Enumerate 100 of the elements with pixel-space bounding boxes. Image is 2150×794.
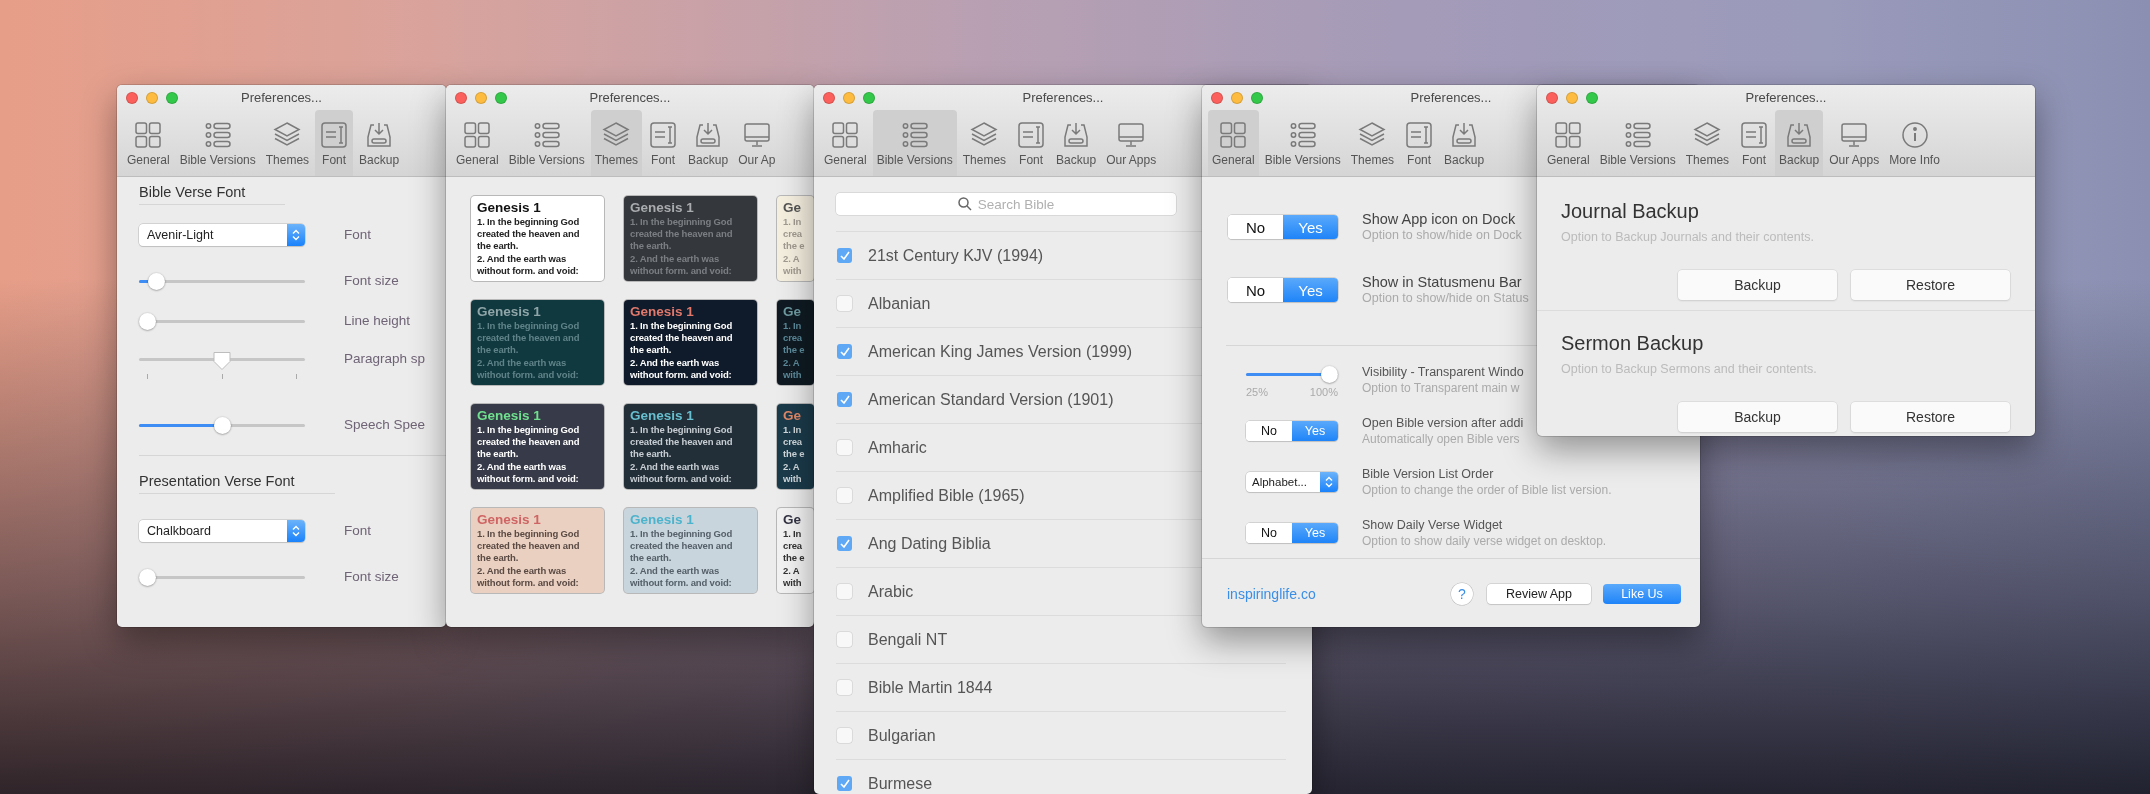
slider-thumb[interactable] (1321, 366, 1338, 383)
website-link[interactable]: inspiringlife.co (1227, 585, 1316, 602)
checkbox[interactable] (837, 248, 852, 263)
minimize-button[interactable] (475, 91, 487, 104)
slider-thumb[interactable] (139, 568, 156, 586)
zoom-button[interactable] (1251, 91, 1263, 104)
dropdown[interactable]: Alphabet... (1246, 471, 1338, 492)
theme-preview-card[interactable]: Ge 1. In crea the e 2. A with (777, 300, 814, 385)
dropdown[interactable]: Chalkboard (139, 520, 305, 542)
toolbar-tab[interactable]: General (1208, 110, 1259, 176)
checkbox[interactable] (837, 680, 852, 695)
slider[interactable] (139, 415, 305, 435)
checkbox[interactable] (837, 728, 852, 743)
segment-option[interactable]: Yes (1292, 522, 1338, 543)
slider[interactable] (139, 271, 305, 291)
toolbar-tab[interactable]: Themes (958, 110, 1011, 176)
toolbar-tab[interactable]: Themes (1346, 110, 1399, 176)
zoom-button[interactable] (495, 91, 507, 104)
minimize-button[interactable] (1566, 91, 1578, 104)
slider-thumb[interactable] (213, 416, 231, 434)
theme-preview-card[interactable]: Genesis 1 1. In the beginning God created the heaven and the earth. 2. And the earth was without form. and void: (471, 508, 604, 593)
minimize-button[interactable] (843, 91, 855, 104)
slider[interactable] (1246, 365, 1338, 384)
checkbox[interactable] (837, 776, 852, 791)
action-button[interactable]: Backup (1678, 270, 1837, 300)
toolbar-tab[interactable]: Our Ap (734, 110, 780, 176)
zoom-button[interactable] (863, 91, 875, 104)
checkbox[interactable] (837, 536, 852, 551)
close-button[interactable] (126, 91, 138, 104)
dropdown[interactable]: Avenir-Light (139, 224, 305, 246)
toolbar-tab[interactable]: General (123, 110, 174, 176)
toolbar-tab[interactable]: Themes (590, 110, 643, 176)
slider[interactable] (139, 311, 305, 331)
toolbar-tab[interactable]: Font (1735, 110, 1774, 176)
segment-option[interactable]: No (1228, 278, 1283, 302)
toolbar-tab[interactable]: Font (1400, 110, 1439, 176)
theme-preview-card[interactable]: Genesis 1 1. In the beginning God created the heaven and the earth. 2. And the earth was without form. and void: (624, 508, 757, 593)
theme-preview-card[interactable]: Ge 1. In crea the e 2. A with (777, 404, 814, 489)
action-button[interactable]: Backup (1678, 402, 1837, 432)
toolbar-tab[interactable]: Bible Versions (872, 110, 957, 176)
toolbar-tab[interactable]: Bible Versions (1595, 110, 1680, 176)
help-button[interactable]: ? (1451, 582, 1473, 605)
toolbar-tab[interactable]: Our Apps (1825, 110, 1884, 176)
like-button[interactable]: Like Us (1603, 583, 1681, 604)
theme-preview-card[interactable]: Genesis 1 1. In the beginning God created the heaven and the earth. 2. And the earth was without form. and void: (471, 404, 604, 489)
toolbar-tab[interactable]: Backup (1775, 110, 1824, 176)
theme-preview-card[interactable]: Genesis 1 1. In the beginning God created the heaven and the earth. 2. And the earth was without form. and void: (624, 196, 757, 281)
action-button[interactable]: Restore (1851, 402, 2010, 432)
minimize-button[interactable] (1231, 91, 1243, 104)
toolbar-tab[interactable]: Backup (1052, 110, 1101, 176)
toolbar-tab[interactable]: Themes (1681, 110, 1734, 176)
segment-option[interactable]: No (1246, 522, 1292, 543)
toolbar-tab[interactable]: General (452, 110, 503, 176)
zoom-button[interactable] (166, 91, 178, 104)
slider-thumb[interactable] (139, 312, 156, 330)
toolbar-tab[interactable]: General (1543, 110, 1594, 176)
theme-preview-card[interactable]: Genesis 1 1. In the beginning God created the heaven and the earth. 2. And the earth was without form. and void: (624, 300, 757, 385)
theme-preview-card[interactable]: Ge 1. In crea the e 2. A with (777, 508, 814, 593)
close-button[interactable] (1211, 91, 1223, 104)
checkbox[interactable] (837, 584, 852, 599)
toolbar-tab[interactable]: Font (315, 110, 354, 176)
minimize-button[interactable] (146, 91, 158, 104)
segment-option[interactable]: No (1246, 420, 1292, 441)
theme-preview-card[interactable]: Genesis 1 1. In the beginning God created the heaven and the earth. 2. And the earth was without form. and void: (624, 404, 757, 489)
toolbar-tab[interactable]: Backup (1440, 110, 1489, 176)
close-button[interactable] (823, 91, 835, 104)
segment-option[interactable]: No (1228, 215, 1283, 239)
toolbar-tab[interactable]: Themes (261, 110, 314, 176)
toolbar-tab[interactable]: Bible Versions (175, 110, 260, 176)
toolbar-tab[interactable]: More Info (1885, 110, 1944, 176)
checkbox[interactable] (837, 296, 852, 311)
checkbox[interactable] (837, 440, 852, 455)
checkbox[interactable] (837, 632, 852, 647)
toolbar-tab[interactable]: Backup (684, 110, 733, 176)
slider[interactable] (139, 567, 305, 587)
toolbar-tab[interactable]: Bible Versions (1260, 110, 1345, 176)
segment-option[interactable]: Yes (1283, 278, 1338, 302)
slider-thumb[interactable] (147, 272, 165, 290)
close-button[interactable] (1546, 91, 1558, 104)
close-button[interactable] (455, 91, 467, 104)
slider-thumb[interactable] (213, 351, 231, 371)
toolbar-tab[interactable]: Our Apps (1102, 110, 1161, 176)
toolbar-tab[interactable]: Bible Versions (504, 110, 589, 176)
card-title: Genesis 1 (477, 199, 542, 216)
toolbar-tab[interactable]: Backup (355, 110, 404, 176)
checkbox[interactable] (837, 344, 852, 359)
segment-option[interactable]: Yes (1283, 215, 1338, 239)
action-button[interactable]: Restore (1851, 270, 2010, 300)
segment-option[interactable]: Yes (1292, 420, 1338, 441)
toolbar-tab[interactable]: General (820, 110, 871, 176)
review-button[interactable]: Review App (1487, 583, 1591, 604)
toolbar-tab[interactable]: Font (644, 110, 683, 176)
checkbox[interactable] (837, 488, 852, 503)
theme-preview-card[interactable]: Genesis 1 1. In the beginning God created the heaven and the earth. 2. And the earth was without form. and void: (471, 196, 604, 281)
theme-preview-card[interactable]: Genesis 1 1. In the beginning God created the heaven and the earth. 2. And the earth was without form. and void: (471, 300, 604, 385)
toolbar-tab[interactable]: Font (1012, 110, 1051, 176)
theme-preview-card[interactable]: Ge 1. In crea the e 2. A with (777, 196, 814, 281)
search-field[interactable]: Search Bible (836, 193, 1176, 215)
zoom-button[interactable] (1586, 91, 1598, 104)
checkbox[interactable] (837, 392, 852, 407)
